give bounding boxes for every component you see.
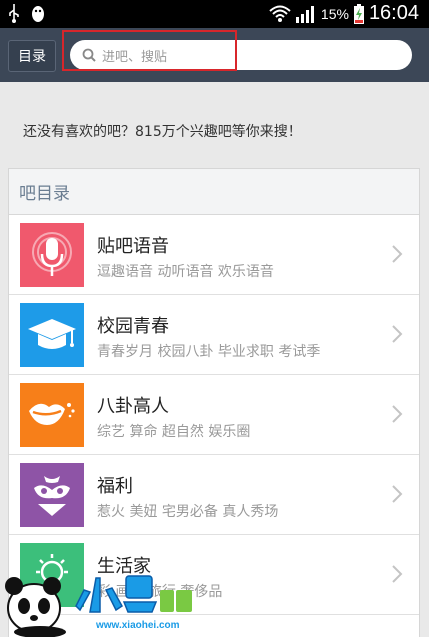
chevron-right-icon [392,245,403,263]
highlight-frame [62,30,237,71]
catalog-item-title: 贴吧语音 [97,236,169,257]
catalog-item-campus[interactable]: 校园青春 青春岁月 校园八卦 毕业求职 考试季 [9,295,419,375]
catalog-title: 吧目录 [9,169,419,215]
chevron-right-icon [392,485,403,503]
microphone-icon [20,223,84,287]
battery-charging-icon [353,3,364,24]
wifi-icon [269,5,291,22]
lips-icon [20,383,84,447]
catalog-button[interactable]: 目录 [8,40,56,72]
watermark-url: www.xiaohei.com [96,620,180,631]
catalog-item-tags: 综艺 算命 超自然 娱乐圈 [97,424,251,440]
bikini-icon [20,463,84,527]
chevron-right-icon [392,405,403,423]
battery-percent: 15% [320,5,349,22]
catalog-item-welfare[interactable]: 福利 惹火 美妞 宅男必备 真人秀场 [9,455,419,535]
catalog-item-tags: 惹火 美妞 宅男必备 真人秀场 [97,504,279,520]
catalog-item-gossip[interactable]: 八卦高人 综艺 算命 超自然 娱乐圈 [9,375,419,455]
catalog-item-title: 八卦高人 [97,396,169,417]
catalog-item-tags: 逗趣语音 动听语音 欢乐语音 [97,264,274,280]
usb-icon [9,4,19,23]
catalog-item-voice[interactable]: 贴吧语音 逗趣语音 动听语音 欢乐语音 [9,215,419,295]
chevron-right-icon [392,565,403,583]
catalog-item-tags: 青春岁月 校园八卦 毕业求职 考试季 [97,344,321,360]
graduation-cap-icon [20,303,84,367]
penguin-icon [32,6,44,22]
chevron-right-icon [392,325,403,343]
catalog-item-title: 校园青春 [97,316,169,337]
signal-icon [295,5,314,23]
promo-text: 还没有喜欢的吧？815万个兴趣吧等你来搜！ [23,124,302,140]
catalog-item-title: 福利 [97,476,133,497]
clock: 16:04 [368,2,419,24]
status-bar: 15% 16:04 [0,0,429,28]
